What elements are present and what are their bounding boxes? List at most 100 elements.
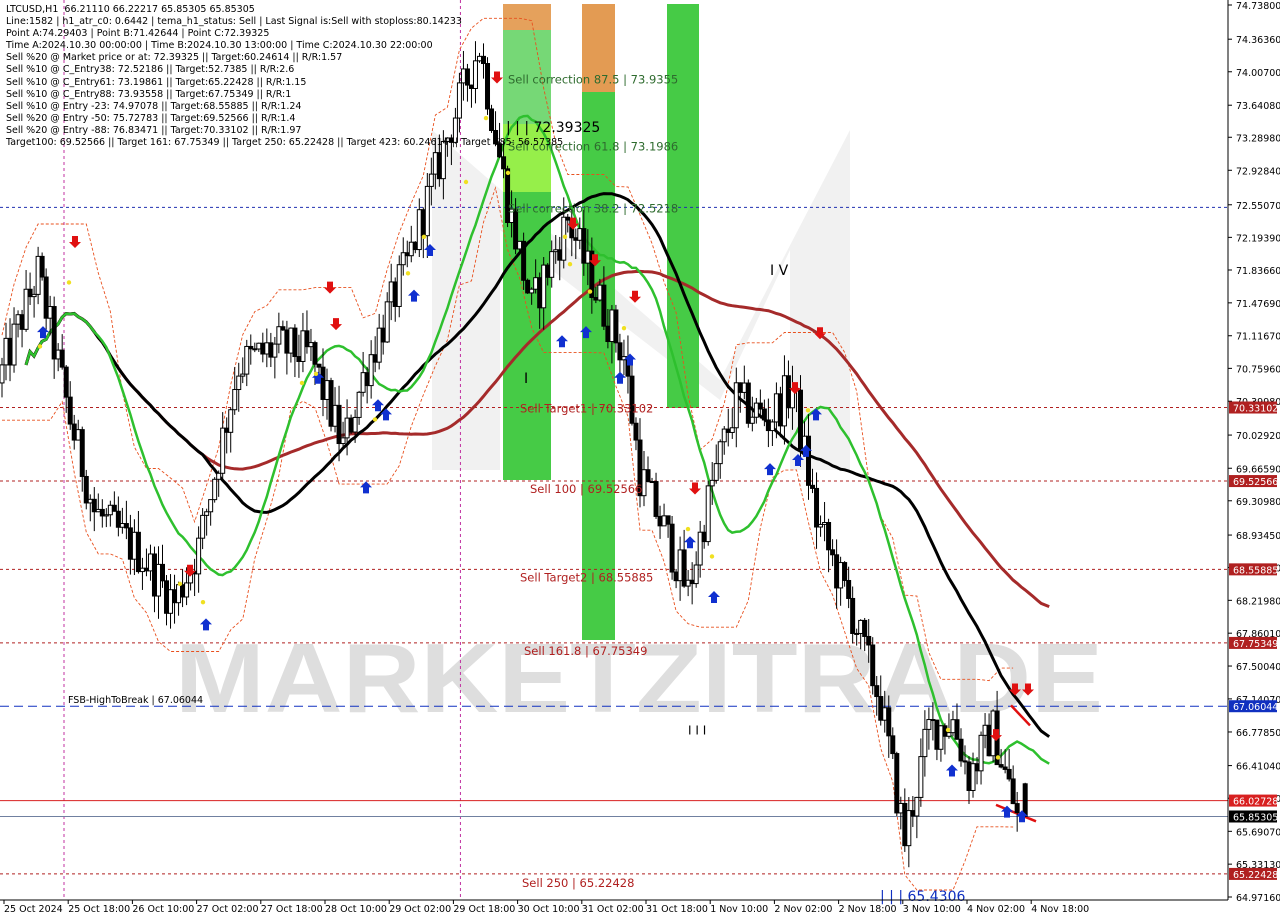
sell-arrow-icon	[69, 235, 81, 248]
bear-candle	[1010, 778, 1016, 805]
time-tick-label: 31 Oct 02:00	[582, 904, 644, 915]
bear-candle	[501, 156, 507, 170]
bull-candle	[858, 619, 864, 634]
bear-candle	[850, 597, 856, 634]
bear-candle	[557, 249, 563, 261]
bear-candle	[143, 567, 149, 572]
time-tick-label: 26 Oct 10:00	[132, 904, 194, 915]
bull-candle	[733, 382, 739, 429]
buy-arrow-icon	[380, 408, 392, 421]
bear-candle	[874, 685, 880, 698]
bull-candle	[276, 326, 282, 345]
info-line: Line:1582 | h1_atr_c0: 0.6442 | tema_h1_…	[6, 16, 462, 28]
bear-candle	[870, 644, 876, 687]
bear-candle	[930, 719, 936, 722]
bull-candle	[721, 428, 727, 443]
bear-candle	[19, 314, 25, 330]
bear-candle	[372, 354, 378, 363]
bear-candle	[737, 382, 743, 393]
bear-candle	[127, 527, 133, 560]
bull-candle	[918, 756, 924, 798]
bull-candle	[384, 301, 390, 343]
time-tick-label: 3 Nov 10:00	[903, 904, 961, 915]
bear-candle	[39, 255, 45, 278]
bear-candle	[581, 228, 587, 264]
bull-candle	[938, 725, 944, 750]
bear-candle	[392, 281, 398, 307]
level-label: Sell 100 | 69.52566	[530, 482, 642, 496]
price-tick-label: 69.30980	[1236, 497, 1280, 508]
bull-candle	[914, 796, 920, 817]
bear-candle	[164, 580, 170, 614]
bear-candle	[962, 760, 968, 763]
bear-candle	[777, 393, 783, 427]
price-tick-label: 73.64080	[1236, 101, 1280, 112]
bear-candle	[135, 531, 141, 573]
bear-candle	[834, 554, 840, 589]
bear-candle	[649, 481, 655, 484]
bull-candle	[3, 337, 9, 366]
bear-candle	[328, 380, 334, 427]
bull-candle	[709, 479, 715, 487]
bull-candle	[970, 763, 976, 791]
bear-candle	[826, 522, 832, 551]
bear-candle	[111, 504, 117, 512]
bear-candle	[810, 484, 816, 489]
signal-dot-icon	[945, 727, 951, 733]
bear-candle	[605, 325, 611, 343]
bear-candle	[63, 366, 69, 398]
bear-candle	[436, 152, 442, 180]
bear-candle	[316, 363, 322, 368]
price-tick-label: 67.50040	[1236, 662, 1280, 673]
bear-candle	[260, 342, 266, 355]
bear-candle	[613, 309, 619, 344]
wave-point-label: I I I	[688, 724, 706, 738]
bear-candle	[521, 240, 527, 281]
bull-candle	[597, 284, 603, 301]
bull-candle	[240, 373, 246, 377]
price-tick-label: 74.73800	[1236, 1, 1280, 12]
bear-candle	[304, 330, 310, 348]
bull-candle	[838, 562, 844, 589]
price-tick-label: 68.93450	[1236, 531, 1280, 542]
signal-dot-icon	[405, 271, 411, 276]
bear-candle	[954, 719, 960, 740]
bear-candle	[43, 276, 49, 319]
signal-dot-icon	[587, 289, 593, 294]
price-badge-label: 65.22428	[1233, 870, 1278, 881]
info-line: Point A:74.29403 | Point B:71.42644 | Po…	[6, 28, 270, 40]
bear-candle	[866, 635, 872, 646]
bull-candle	[428, 173, 434, 187]
price-tick-label: 65.69070	[1236, 827, 1280, 838]
time-tick-label: 2 Nov 02:00	[774, 904, 832, 915]
bear-candle	[573, 237, 579, 241]
bull-candle	[204, 511, 210, 516]
bear-candle	[966, 761, 972, 791]
info-line: Sell %20 @ Entry -88: 76.83471 || Target…	[6, 124, 302, 136]
chart-window[interactable]: MARKETZITRADE Sell correction 87.5 | 73.…	[0, 0, 1280, 920]
bull-candle	[147, 553, 153, 572]
bear-candle	[617, 342, 623, 361]
bull-candle	[31, 293, 37, 298]
bull-candle	[75, 429, 81, 441]
bull-candle	[288, 327, 294, 354]
time-tick-label: 30 Oct 10:00	[518, 904, 580, 915]
bear-candle	[958, 738, 964, 762]
bear-candle	[689, 579, 695, 585]
level-label: Sell 250 | 65.22428	[522, 876, 634, 890]
price-badge-label: 69.52566	[1233, 477, 1278, 488]
bull-candle	[208, 499, 214, 513]
bull-candle	[400, 252, 406, 266]
buy-arrow-icon	[708, 591, 720, 604]
time-tick-label: 2 Nov 18:00	[839, 904, 897, 915]
bull-candle	[741, 382, 747, 393]
signal-dot-icon	[709, 554, 715, 559]
bear-candle	[830, 549, 836, 556]
buy-arrow-icon	[946, 764, 958, 777]
bull-candle	[822, 522, 828, 525]
bull-candle	[35, 255, 41, 295]
price-tick-label: 71.83660	[1236, 266, 1280, 277]
bull-candle	[55, 349, 61, 360]
bear-candle	[115, 510, 121, 528]
price-tick-label: 70.75960	[1236, 364, 1280, 375]
